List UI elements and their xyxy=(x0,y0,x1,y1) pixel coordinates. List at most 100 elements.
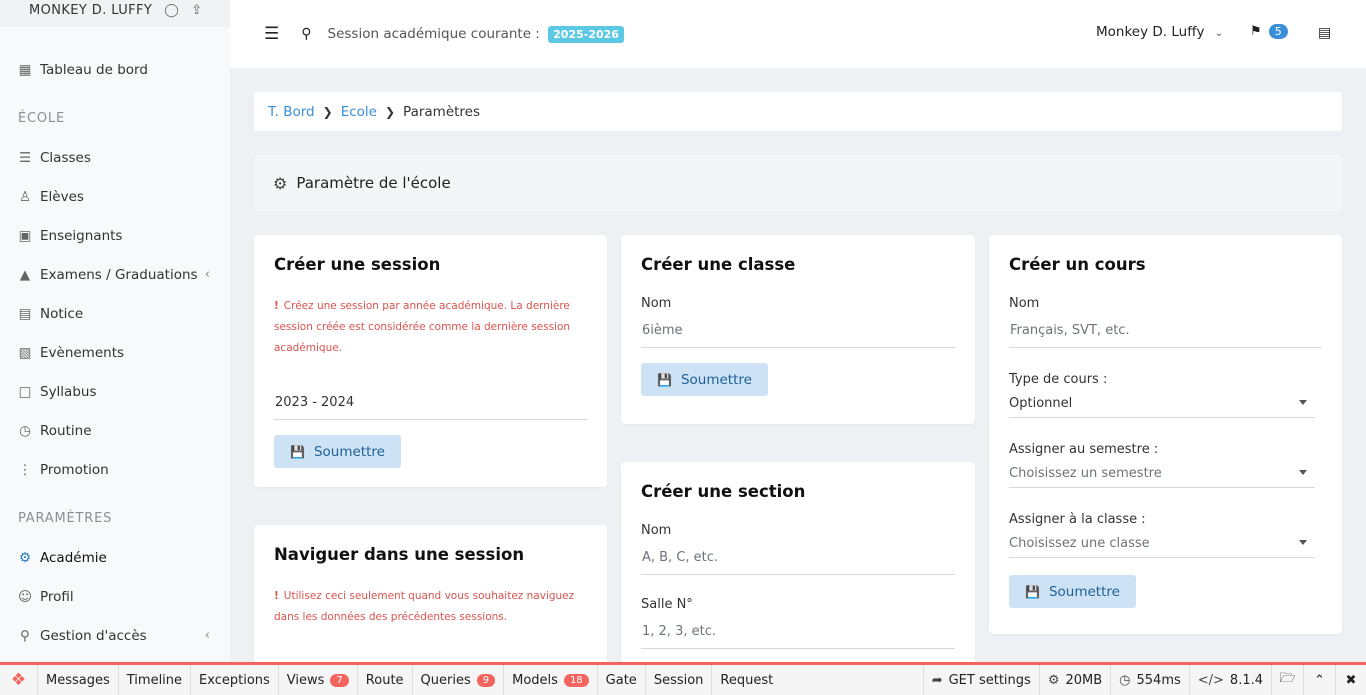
sidebar-item-promotion[interactable]: ⋮ Promotion xyxy=(0,450,230,489)
tab-count: 9 xyxy=(476,673,496,687)
key-icon: ⚲ xyxy=(20,627,30,644)
debugbar-tab-request[interactable]: Request xyxy=(712,665,781,695)
close-icon[interactable]: ✖ xyxy=(1336,665,1366,695)
tab-count: 7 xyxy=(330,673,349,687)
chevron-right-icon: ❯ xyxy=(384,104,396,119)
class-select[interactable]: Choisissez une classe xyxy=(1009,533,1315,558)
card-title: Créer une section xyxy=(641,482,806,501)
debugbar-tab-exceptions[interactable]: Exceptions xyxy=(191,665,279,695)
breadcrumb-current: Paramètres xyxy=(403,103,481,120)
breadcrumb-link-ecole[interactable]: Ecole xyxy=(341,104,377,120)
debugbar-tab-route[interactable]: Route xyxy=(358,665,413,695)
user-dropdown[interactable]: Monkey D. Luffy ⌄ xyxy=(1096,24,1223,40)
sidebar-item-classes[interactable]: ☰ Classes xyxy=(0,138,230,177)
search-icon[interactable]: ⚲ xyxy=(301,26,311,42)
calendar-icon: ▧ xyxy=(18,344,32,361)
select-value: Choisissez un semestre xyxy=(1009,466,1162,481)
course-type-select[interactable]: Optionnel xyxy=(1009,393,1315,418)
page-title: ⚙ Paramètre de l'école xyxy=(254,155,1342,211)
chevron-left-icon: ‹ xyxy=(204,628,210,643)
dashboard-icon: ▦ xyxy=(18,61,32,78)
field-label: Type de cours : xyxy=(1009,372,1108,387)
sidebar-item-notice[interactable]: ▤ Notice xyxy=(0,294,230,333)
logout-icon[interactable]: ⇪ xyxy=(191,3,202,18)
class-name-input[interactable] xyxy=(641,319,955,348)
sidebar-item-evenements[interactable]: ▧ Evènements xyxy=(0,333,230,372)
sidebar-item-examens[interactable]: ▲ Examens / Graduations ‹ xyxy=(0,255,230,294)
caret-down-icon xyxy=(1299,400,1307,405)
navigate-notice: ! Utilisez ceci seulement quand vous souh… xyxy=(274,586,587,628)
layers-icon: ☰ xyxy=(18,149,32,166)
sidebar-item-dashboard[interactable]: ▦ Tableau de bord xyxy=(0,50,230,89)
tab-label: Request xyxy=(720,672,774,688)
section-name-input[interactable] xyxy=(641,546,955,575)
droplet-icon[interactable]: ◯ xyxy=(164,3,179,18)
submit-session-button[interactable]: 💾 Soumettre xyxy=(274,435,401,468)
tab-label: Session xyxy=(653,672,704,688)
chevron-right-icon: ❯ xyxy=(322,104,333,119)
sidebar-item-label: Académie xyxy=(40,549,107,566)
sidebar-item-routine[interactable]: ◷ Routine xyxy=(0,411,230,450)
card-title: Créer une session xyxy=(274,255,441,274)
debugbar-tab-timeline[interactable]: Timeline xyxy=(119,665,192,695)
create-session-card: Créer une session ! Créez une session par… xyxy=(254,235,607,487)
sidebar-item-label: Elèves xyxy=(40,188,84,205)
tab-label: Views xyxy=(286,672,325,688)
notice-text: Utilisez ceci seulement quand vous souha… xyxy=(274,590,575,623)
sidebar-item-enseignants[interactable]: ▣ Enseignants xyxy=(0,216,230,255)
cogs-icon: ⚙ xyxy=(1047,672,1060,688)
sidebar-item-academie[interactable]: ⚙ Académie xyxy=(0,538,230,577)
list-menu-icon[interactable]: ▤ xyxy=(1318,25,1331,41)
hamburger-menu-icon[interactable]: ☰ xyxy=(264,24,279,44)
create-section-card: Créer une section Nom Salle N° xyxy=(621,462,975,665)
sidebar-item-label: Promotion xyxy=(40,461,109,478)
field-label: Nom xyxy=(641,296,672,311)
submit-class-button[interactable]: 💾 Soumettre xyxy=(641,363,768,396)
course-name-input[interactable] xyxy=(1009,319,1322,348)
debugbar-route[interactable]: ➦ GET settings xyxy=(922,665,1040,695)
breadcrumb-link-dashboard[interactable]: T. Bord xyxy=(268,104,315,120)
flag-icon: ⚑ xyxy=(1250,24,1262,39)
session-input[interactable] xyxy=(274,391,587,420)
submit-course-button[interactable]: 💾 Soumettre xyxy=(1009,575,1136,608)
code-icon: </> xyxy=(1197,672,1224,688)
tab-label: Queries xyxy=(420,672,471,688)
button-label: Soumettre xyxy=(1048,583,1120,600)
card-title: Créer un cours xyxy=(1009,255,1146,274)
save-icon: 💾 xyxy=(1025,584,1040,599)
debugbar-tab-views[interactable]: Views 7 xyxy=(279,665,358,695)
sidebar-item-syllabus[interactable]: □ Syllabus xyxy=(0,372,230,411)
notification-count: 5 xyxy=(1268,24,1288,39)
debugbar-tab-session[interactable]: Session xyxy=(646,665,713,695)
sidebar-user: MONKEY D. LUFFY ◯ ⇪ xyxy=(0,0,230,27)
sidebar-section-ecole: ÉCOLE xyxy=(18,111,65,126)
folder-open-icon[interactable]: 🗁 xyxy=(1272,665,1304,695)
field-label: Assigner à la classe : xyxy=(1009,512,1146,527)
person-icon: ☺ xyxy=(17,588,33,605)
sidebar-item-gestion-acces[interactable]: ⚲ Gestion d'accès ‹ xyxy=(0,616,230,655)
navigate-session-card: Naviguer dans une session ! Utilisez ceci… xyxy=(254,525,607,665)
debugbar-tab-gate[interactable]: Gate xyxy=(598,665,646,695)
page-title-text: Paramètre de l'école xyxy=(296,174,451,192)
syllabus-icon: □ xyxy=(18,383,32,400)
debugbar-tab-models[interactable]: Models 18 xyxy=(504,665,598,695)
notifications-button[interactable]: ⚑ 5 xyxy=(1250,24,1288,39)
card-title: Créer une classe xyxy=(641,255,796,274)
debugbar-memory: ⚙ 20MB xyxy=(1040,665,1112,695)
sidebar-item-label: Enseignants xyxy=(40,227,123,244)
sidebar-item-eleves[interactable]: ♙ Elèves xyxy=(0,177,230,216)
semester-select[interactable]: Choisissez un semestre xyxy=(1009,463,1315,488)
button-label: Soumettre xyxy=(313,443,385,460)
sidebar-item-profil[interactable]: ☺ Profil xyxy=(0,577,230,616)
debugbar-tab-queries[interactable]: Queries 9 xyxy=(413,665,505,695)
select-value: Choisissez une classe xyxy=(1009,536,1150,551)
clock-icon: ◷ xyxy=(1119,672,1131,688)
share-icon: ➦ xyxy=(931,672,943,688)
chevron-up-icon[interactable]: ⌃ xyxy=(1304,665,1336,695)
debugbar-tab-messages[interactable]: Messages xyxy=(38,665,119,695)
sidebar-item-label: Routine xyxy=(40,422,92,439)
field-label: Nom xyxy=(641,523,672,538)
laravel-logo-icon[interactable]: ❖ xyxy=(0,665,38,695)
chevron-down-icon: ⌄ xyxy=(1214,28,1224,39)
room-number-input[interactable] xyxy=(641,620,955,649)
